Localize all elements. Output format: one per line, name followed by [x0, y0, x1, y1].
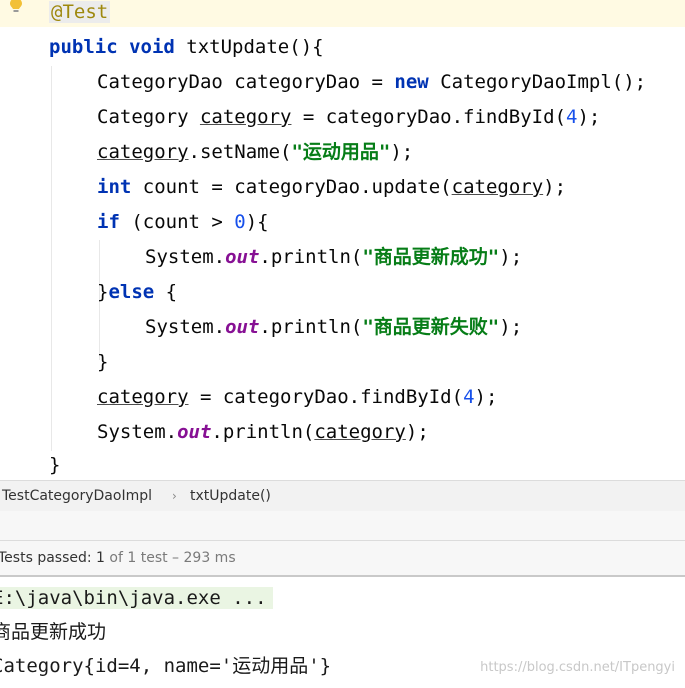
status-prefix: Tests passed: — [0, 550, 97, 566]
code-text: ); — [499, 316, 523, 338]
code-text: ); — [543, 176, 567, 198]
code-text: .println( — [259, 316, 363, 338]
variable-token: category — [451, 176, 544, 198]
code-line-update[interactable]: int count = categoryDao.update(category)… — [97, 170, 566, 205]
console-line: Category{id=4, name='运动用品'} — [0, 655, 332, 677]
number-token: 4 — [566, 106, 578, 128]
code-text: = categoryDao.findById( — [188, 386, 464, 408]
field-token: out — [177, 421, 212, 443]
console-line: E:\java\bin\java.exe ... — [0, 581, 273, 615]
code-editor[interactable]: @Test public void txtUpdate(){ CategoryD… — [0, 0, 685, 480]
code-text: } — [49, 454, 61, 476]
code-line-set-name[interactable]: category.setName("运动用品"); — [97, 135, 413, 170]
field-token: out — [225, 246, 260, 268]
code-line-method-signature[interactable]: public void txtUpdate(){ — [49, 30, 324, 65]
code-line-else[interactable]: }else { — [97, 275, 177, 310]
keyword-token: int — [97, 176, 132, 198]
code-line-close-if[interactable]: } — [97, 345, 108, 380]
code-line-close-method[interactable]: } — [49, 448, 60, 480]
number-token: 0 — [234, 211, 246, 233]
field-token: out — [225, 316, 260, 338]
keyword-token: new — [394, 71, 429, 93]
variable-token: category — [199, 106, 292, 128]
code-text: System. — [145, 246, 226, 268]
variable-token: category — [97, 386, 189, 408]
keyword-token: void — [129, 36, 175, 58]
lightbulb-icon[interactable] — [9, 0, 23, 14]
code-text: .println( — [211, 421, 315, 443]
code-text: CategoryDao categoryDao = — [97, 71, 395, 93]
variable-token: category — [97, 141, 189, 163]
console-line: 商品更新成功 — [0, 621, 107, 643]
breadcrumb-method[interactable]: txtUpdate() — [190, 481, 271, 511]
code-text: System. — [97, 421, 178, 443]
status-count: 1 — [96, 550, 105, 566]
code-text: } — [97, 351, 109, 373]
code-text: ){ — [245, 211, 269, 233]
code-line-print-success[interactable]: System.out.println("商品更新成功"); — [145, 240, 522, 275]
code-text: System. — [145, 316, 226, 338]
number-token: 4 — [463, 386, 475, 408]
console-command[interactable]: E:\java\bin\java.exe ... — [0, 587, 273, 609]
breadcrumb-class[interactable]: TestCategoryDaoImpl — [2, 481, 152, 511]
breadcrumb: TestCategoryDaoImpl › txtUpdate() — [0, 480, 685, 512]
code-text: ); — [405, 421, 429, 443]
variable-token: category — [314, 421, 406, 443]
run-toolbar — [0, 511, 685, 541]
code-line-if[interactable]: if (count > 0){ — [97, 205, 269, 240]
code-text: ); — [390, 141, 414, 163]
code-text: = categoryDao.findById( — [291, 106, 567, 128]
annotation-token: @Test — [49, 1, 111, 23]
code-text: Category — [97, 106, 200, 128]
code-line-print-category[interactable]: System.out.println(category); — [97, 415, 429, 450]
string-token: "商品更新成功" — [362, 246, 500, 268]
test-status-bar: Tests passed: 1 of 1 test – 293 ms — [0, 541, 685, 577]
code-text: { — [154, 281, 178, 303]
status-suffix: of 1 test – 293 ms — [104, 550, 236, 566]
code-text: count = categoryDao.update( — [131, 176, 452, 198]
code-text: ); — [577, 106, 601, 128]
code-text: txtUpdate(){ — [174, 36, 324, 58]
code-line-find-category[interactable]: Category category = categoryDao.findById… — [97, 100, 600, 135]
code-line-annotation[interactable]: @Test — [49, 0, 111, 30]
watermark: https://blog.csdn.net/ITpengyi — [480, 660, 675, 675]
code-line-find-again[interactable]: category = categoryDao.findById(4); — [97, 380, 497, 415]
keyword-token: if — [97, 211, 120, 233]
code-text: .println( — [259, 246, 363, 268]
code-line-dao-init[interactable]: CategoryDao categoryDao = new CategoryDa… — [97, 65, 646, 100]
code-line-print-failure[interactable]: System.out.println("商品更新失败"); — [145, 310, 522, 345]
code-text: .setName( — [188, 141, 292, 163]
code-text: ); — [499, 246, 523, 268]
breadcrumb-chevron-icon: › — [172, 489, 177, 503]
indent-guide — [51, 66, 52, 451]
code-text: CategoryDaoImpl(); — [428, 71, 647, 93]
keyword-token: else — [108, 281, 155, 303]
code-text: } — [97, 281, 109, 303]
string-token: "运动用品" — [291, 141, 391, 163]
code-text: ); — [474, 386, 498, 408]
keyword-token: public — [49, 36, 118, 58]
code-text: (count > — [119, 211, 235, 233]
string-token: "商品更新失败" — [362, 316, 500, 338]
